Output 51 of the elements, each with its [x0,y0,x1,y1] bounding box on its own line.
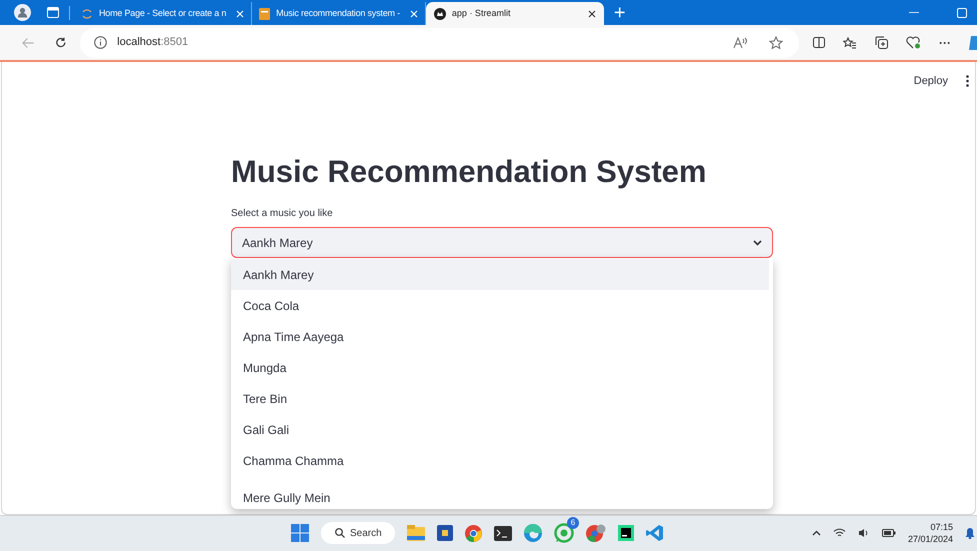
split-screen-icon[interactable] [813,37,825,48]
dropdown-option[interactable]: Mere Gully Mein [231,476,769,507]
dropdown-option[interactable]: Mungda [231,352,769,383]
minimize-icon[interactable] [909,12,919,14]
new-tab-button[interactable]: + [614,2,626,22]
deploy-button[interactable]: Deploy [914,73,948,90]
taskbar-search-field[interactable]: Search [321,522,395,544]
dropdown-option[interactable]: Gali Gali [231,414,769,445]
field-label: Select a music you like [231,207,334,221]
dropdown-option[interactable]: Chamma Chamma [231,445,769,476]
clock-time[interactable]: 07:15 [930,521,953,533]
notification-badge: 6 [567,517,579,529]
search-icon [335,528,345,538]
speaker-icon[interactable] [858,528,870,538]
chrome-icon[interactable] [465,524,482,542]
store-icon[interactable] [437,525,453,541]
vscode-icon[interactable] [646,524,664,542]
chevron-up-icon[interactable] [812,530,821,536]
battery-icon[interactable] [882,529,896,537]
favorite-star-icon[interactable] [769,36,783,50]
page-title: Music Recommendation System [231,153,708,191]
collections-icon[interactable] [875,36,888,49]
more-options-icon[interactable] [966,75,969,88]
browser-tab[interactable]: app · Streamlit [426,2,604,25]
clock-date[interactable]: 27/01/2024 [908,533,953,545]
select-field[interactable]: Aankh Marey [231,227,773,258]
more-menu-button[interactable]: ··· [939,34,951,52]
wifi-icon[interactable] [832,528,846,538]
bell-icon[interactable] [965,527,975,539]
read-aloud-icon[interactable] [733,36,747,48]
address-field[interactable]: localhost:8501 [117,34,188,51]
start-icon[interactable] [291,524,309,542]
close-icon[interactable] [588,10,596,18]
tab-actions-icon[interactable] [47,7,59,18]
pycharm-icon[interactable] [618,525,634,541]
dropdown-option[interactable]: Coca Cola [231,290,769,321]
book-icon [259,8,270,20]
crown-icon [434,8,446,20]
dropdown-option[interactable]: Tere Bin [231,383,769,414]
dropdown-option[interactable]: Aankh Marey [231,259,769,290]
folder-icon[interactable] [407,525,425,541]
chevron-down-icon [753,240,762,246]
maximize-icon[interactable] [957,8,967,18]
loading-icon [81,8,93,20]
info-icon[interactable] [94,36,108,49]
refresh-icon[interactable] [54,36,66,49]
dropdown-option[interactable]: Apna Time Aayega [231,321,769,352]
heart-pulse-icon[interactable] [906,36,921,49]
favorites-list-icon[interactable] [843,36,857,48]
terminal-icon[interactable] [494,526,512,540]
profile-icon[interactable] [14,4,31,21]
